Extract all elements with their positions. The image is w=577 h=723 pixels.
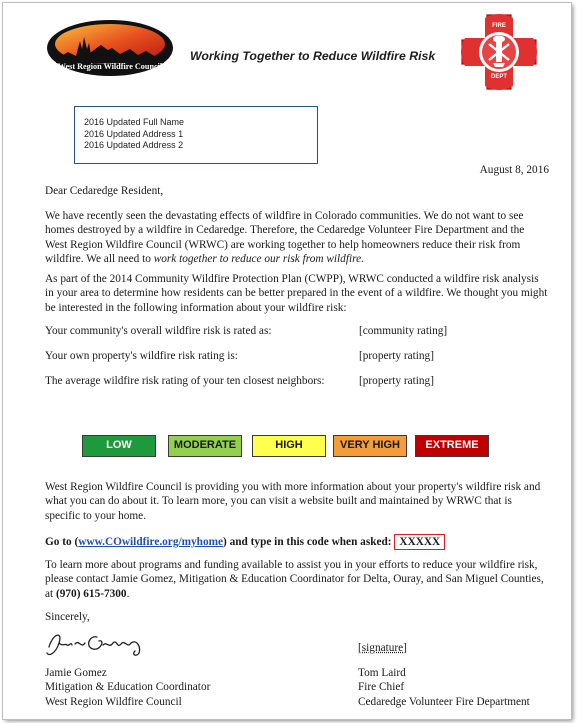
risk-scale-extreme: EXTREME xyxy=(415,435,489,457)
badge-text-bottom: DEPT xyxy=(490,74,507,80)
contact-phone: (970) 615-7300 xyxy=(55,587,127,600)
badge-text-top: FIRE xyxy=(492,23,506,29)
signer-left-org: West Region Wildfire Council xyxy=(45,695,182,708)
address-block: 2016 Updated Full Name 2016 Updated Addr… xyxy=(74,106,318,164)
signer-left-name: Jamie Gomez xyxy=(45,667,107,679)
paragraph-contact: To learn more about programs and funding… xyxy=(45,558,549,601)
rating-value-property: [property rating] xyxy=(359,350,434,362)
goto-prefix: Go to ( xyxy=(45,536,79,548)
address-line-1: 2016 Updated Address 1 xyxy=(84,128,184,139)
signer-right-org: Cedaredge Volunteer Fire Department xyxy=(358,695,530,708)
access-code: XXXXX xyxy=(394,534,446,550)
letter-page: West Region Wildfire Council Working Tog… xyxy=(3,3,571,719)
fire-department-badge: FIRE DEPT xyxy=(461,13,537,91)
paragraph-intro-emphasis: work together to reduce our risk from wi… xyxy=(153,253,364,266)
letterhead-tagline: Working Together to Reduce Wildfire Risk xyxy=(190,49,436,63)
wrwc-logo: West Region Wildfire Council xyxy=(46,19,174,77)
address-name: 2016 Updated Full Name xyxy=(84,117,185,127)
signer-left-block: Jamie Gomez Mitigation & Education Coord… xyxy=(45,666,210,709)
handwritten-signature xyxy=(45,629,175,659)
paragraph-cwpp: As part of the 2014 Community Wildfire P… xyxy=(45,273,548,314)
rating-label-property: Your own property's wildfire risk rating… xyxy=(45,350,238,362)
signature-placeholder: [signature] xyxy=(358,642,407,654)
rating-label-community: Your community's overall wildfire risk i… xyxy=(45,325,272,337)
signer-left-title: Mitigation & Education Coordinator xyxy=(45,681,211,694)
goto-suffix: ) and type in this code when asked: xyxy=(223,536,392,548)
signer-right-block: Tom Laird Fire Chief Cedaredge Volunteer… xyxy=(358,666,530,709)
goto-instruction: Go to (www.COwildfire.org/myhome) and ty… xyxy=(45,534,549,550)
rating-label-neighbors: The average wildfire risk rating of your… xyxy=(45,375,325,387)
salutation: Dear Cedaredge Resident, xyxy=(45,185,164,197)
risk-scale-high: HIGH xyxy=(252,435,326,457)
risk-scale-moderate: MODERATE xyxy=(168,435,242,457)
risk-scale-low: LOW xyxy=(82,435,156,457)
rating-value-community: [community rating] xyxy=(359,325,448,337)
paragraph-more-info: West Region Wildfire Council is providin… xyxy=(45,481,541,522)
logo-text: West Region Wildfire Council xyxy=(57,62,163,71)
letter-date: August 8, 2016 xyxy=(479,164,549,176)
closing: Sincerely, xyxy=(45,611,90,623)
address-line-2: 2016 Updated Address 2 xyxy=(84,140,184,151)
myhome-link[interactable]: www.COwildfire.org/myhome xyxy=(78,536,223,548)
risk-scale-very-high: VERY HIGH xyxy=(333,435,407,457)
signer-right-title: Fire Chief xyxy=(358,681,405,694)
rating-value-neighbors: [property rating] xyxy=(359,375,434,387)
paragraph-contact-end: . xyxy=(126,587,130,600)
signer-right-name: Tom Laird xyxy=(358,667,406,679)
paragraph-intro: We have recently seen the devastating ef… xyxy=(45,209,549,267)
